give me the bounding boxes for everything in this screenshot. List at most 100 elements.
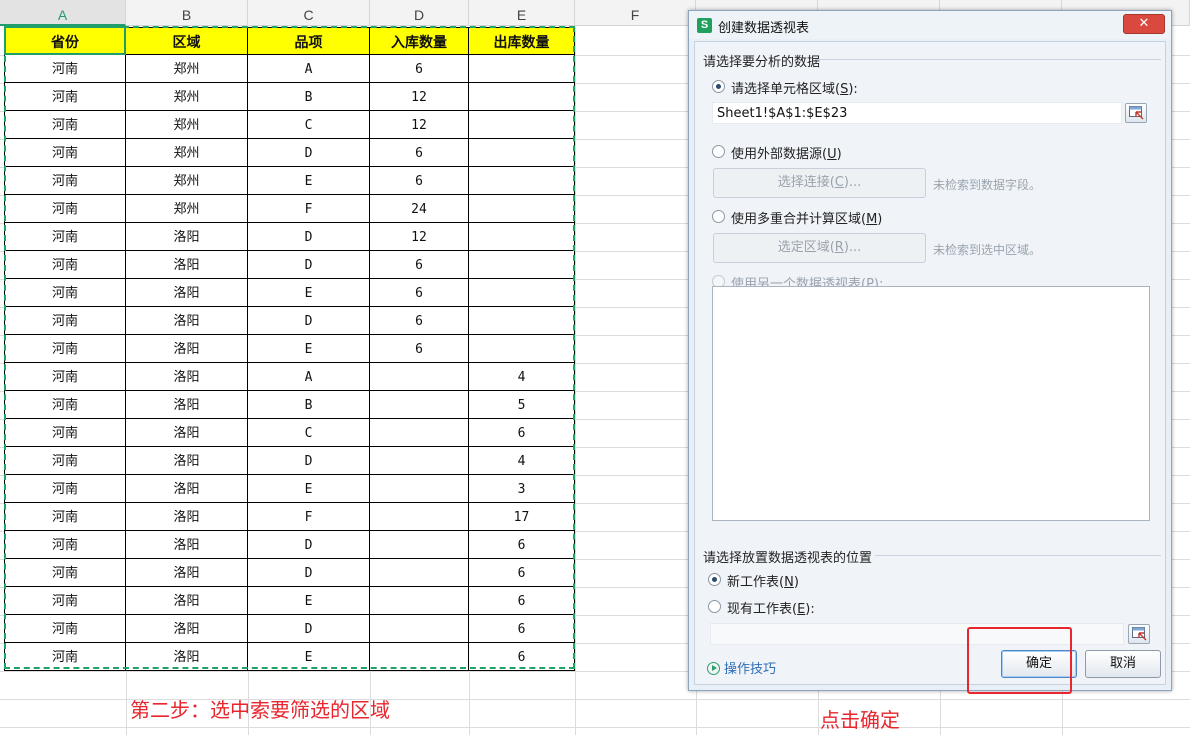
table-cell[interactable] [370, 447, 469, 475]
table-cell[interactable]: D [248, 447, 370, 475]
table-cell[interactable]: 洛阳 [126, 559, 248, 587]
table-cell[interactable] [469, 279, 575, 307]
table-cell[interactable]: 郑州 [126, 139, 248, 167]
header-cell[interactable]: 品项 [248, 27, 370, 55]
header-cell[interactable]: 入库数量 [370, 27, 469, 55]
range-input[interactable]: Sheet1!$A$1:$E$23 [712, 102, 1122, 124]
table-cell[interactable]: 6 [370, 307, 469, 335]
table-cell[interactable]: 3 [469, 475, 575, 503]
column-header[interactable]: D [370, 0, 469, 26]
table-cell[interactable]: 洛阳 [126, 251, 248, 279]
table-cell[interactable] [370, 419, 469, 447]
table-cell[interactable]: 河南 [4, 559, 126, 587]
table-cell[interactable]: 河南 [4, 111, 126, 139]
existing-picker-button[interactable] [1128, 624, 1150, 644]
table-cell[interactable]: 6 [370, 139, 469, 167]
table-cell[interactable]: 河南 [4, 223, 126, 251]
choose-connection-button[interactable]: 选择连接(C)... [713, 168, 926, 198]
table-cell[interactable]: D [248, 139, 370, 167]
table-cell[interactable]: 洛阳 [126, 223, 248, 251]
table-cell[interactable]: A [248, 363, 370, 391]
table-cell[interactable]: 6 [370, 279, 469, 307]
table-cell[interactable]: 河南 [4, 195, 126, 223]
table-cell[interactable]: 河南 [4, 503, 126, 531]
multi-range-radio[interactable] [712, 210, 725, 223]
table-cell[interactable]: 洛阳 [126, 615, 248, 643]
table-cell[interactable]: 河南 [4, 587, 126, 615]
table-cell[interactable]: 17 [469, 503, 575, 531]
table-cell[interactable]: 郑州 [126, 111, 248, 139]
table-cell[interactable]: C [248, 111, 370, 139]
column-header[interactable]: A [0, 0, 126, 26]
table-cell[interactable]: A [248, 55, 370, 83]
table-cell[interactable]: 6 [469, 559, 575, 587]
table-cell[interactable]: 洛阳 [126, 447, 248, 475]
table-cell[interactable]: 5 [469, 391, 575, 419]
table-cell[interactable]: 河南 [4, 391, 126, 419]
range-picker-button[interactable] [1125, 103, 1147, 123]
range-option-label[interactable]: 请选择单元格区域(S): [731, 78, 858, 97]
existing-sheet-input[interactable] [710, 623, 1124, 645]
new-sheet-radio[interactable] [708, 573, 721, 586]
new-sheet-label[interactable]: 新工作表(N) [727, 571, 799, 590]
tips-link[interactable]: 操作技巧 [707, 658, 776, 677]
table-cell[interactable]: 河南 [4, 643, 126, 671]
table-cell[interactable]: B [248, 83, 370, 111]
table-cell[interactable] [469, 111, 575, 139]
table-cell[interactable]: 郑州 [126, 55, 248, 83]
table-cell[interactable] [370, 475, 469, 503]
column-header[interactable]: F [575, 0, 696, 26]
table-cell[interactable]: 6 [370, 55, 469, 83]
table-cell[interactable]: 6 [370, 251, 469, 279]
select-ranges-button[interactable]: 选定区域(R)... [713, 233, 926, 263]
table-cell[interactable]: 河南 [4, 447, 126, 475]
table-cell[interactable]: 洛阳 [126, 587, 248, 615]
table-cell[interactable]: 郑州 [126, 83, 248, 111]
table-cell[interactable] [469, 55, 575, 83]
table-cell[interactable]: 洛阳 [126, 531, 248, 559]
external-source-radio[interactable] [712, 145, 725, 158]
table-cell[interactable]: D [248, 223, 370, 251]
table-cell[interactable]: E [248, 167, 370, 195]
table-cell[interactable]: 6 [370, 167, 469, 195]
table-cell[interactable]: 洛阳 [126, 335, 248, 363]
table-cell[interactable]: 洛阳 [126, 279, 248, 307]
column-header[interactable]: B [126, 0, 248, 26]
table-cell[interactable]: 洛阳 [126, 391, 248, 419]
table-cell[interactable]: 洛阳 [126, 503, 248, 531]
table-cell[interactable]: 12 [370, 111, 469, 139]
table-cell[interactable]: 河南 [4, 83, 126, 111]
range-radio[interactable] [712, 80, 725, 93]
table-cell[interactable]: 洛阳 [126, 475, 248, 503]
table-cell[interactable] [469, 195, 575, 223]
table-cell[interactable]: 4 [469, 447, 575, 475]
table-cell[interactable] [370, 363, 469, 391]
table-cell[interactable]: E [248, 587, 370, 615]
header-cell[interactable]: 出库数量 [469, 27, 575, 55]
table-cell[interactable] [469, 139, 575, 167]
table-cell[interactable] [370, 559, 469, 587]
table-cell[interactable]: D [248, 251, 370, 279]
column-header[interactable]: E [469, 0, 575, 26]
table-cell[interactable]: 6 [469, 587, 575, 615]
table-cell[interactable] [469, 251, 575, 279]
table-cell[interactable]: 12 [370, 83, 469, 111]
table-cell[interactable]: 河南 [4, 531, 126, 559]
external-source-label[interactable]: 使用外部数据源(U) [731, 143, 842, 162]
table-cell[interactable]: 6 [370, 335, 469, 363]
table-cell[interactable]: 河南 [4, 251, 126, 279]
table-cell[interactable]: 12 [370, 223, 469, 251]
table-cell[interactable] [469, 167, 575, 195]
table-cell[interactable]: 河南 [4, 419, 126, 447]
table-cell[interactable]: D [248, 307, 370, 335]
table-cell[interactable]: 河南 [4, 307, 126, 335]
table-cell[interactable]: F [248, 195, 370, 223]
table-cell[interactable]: 6 [469, 643, 575, 671]
table-cell[interactable]: 6 [469, 419, 575, 447]
table-cell[interactable]: 24 [370, 195, 469, 223]
table-cell[interactable]: E [248, 335, 370, 363]
table-cell[interactable] [370, 391, 469, 419]
table-cell[interactable]: D [248, 559, 370, 587]
table-cell[interactable]: B [248, 391, 370, 419]
table-cell[interactable]: E [248, 475, 370, 503]
